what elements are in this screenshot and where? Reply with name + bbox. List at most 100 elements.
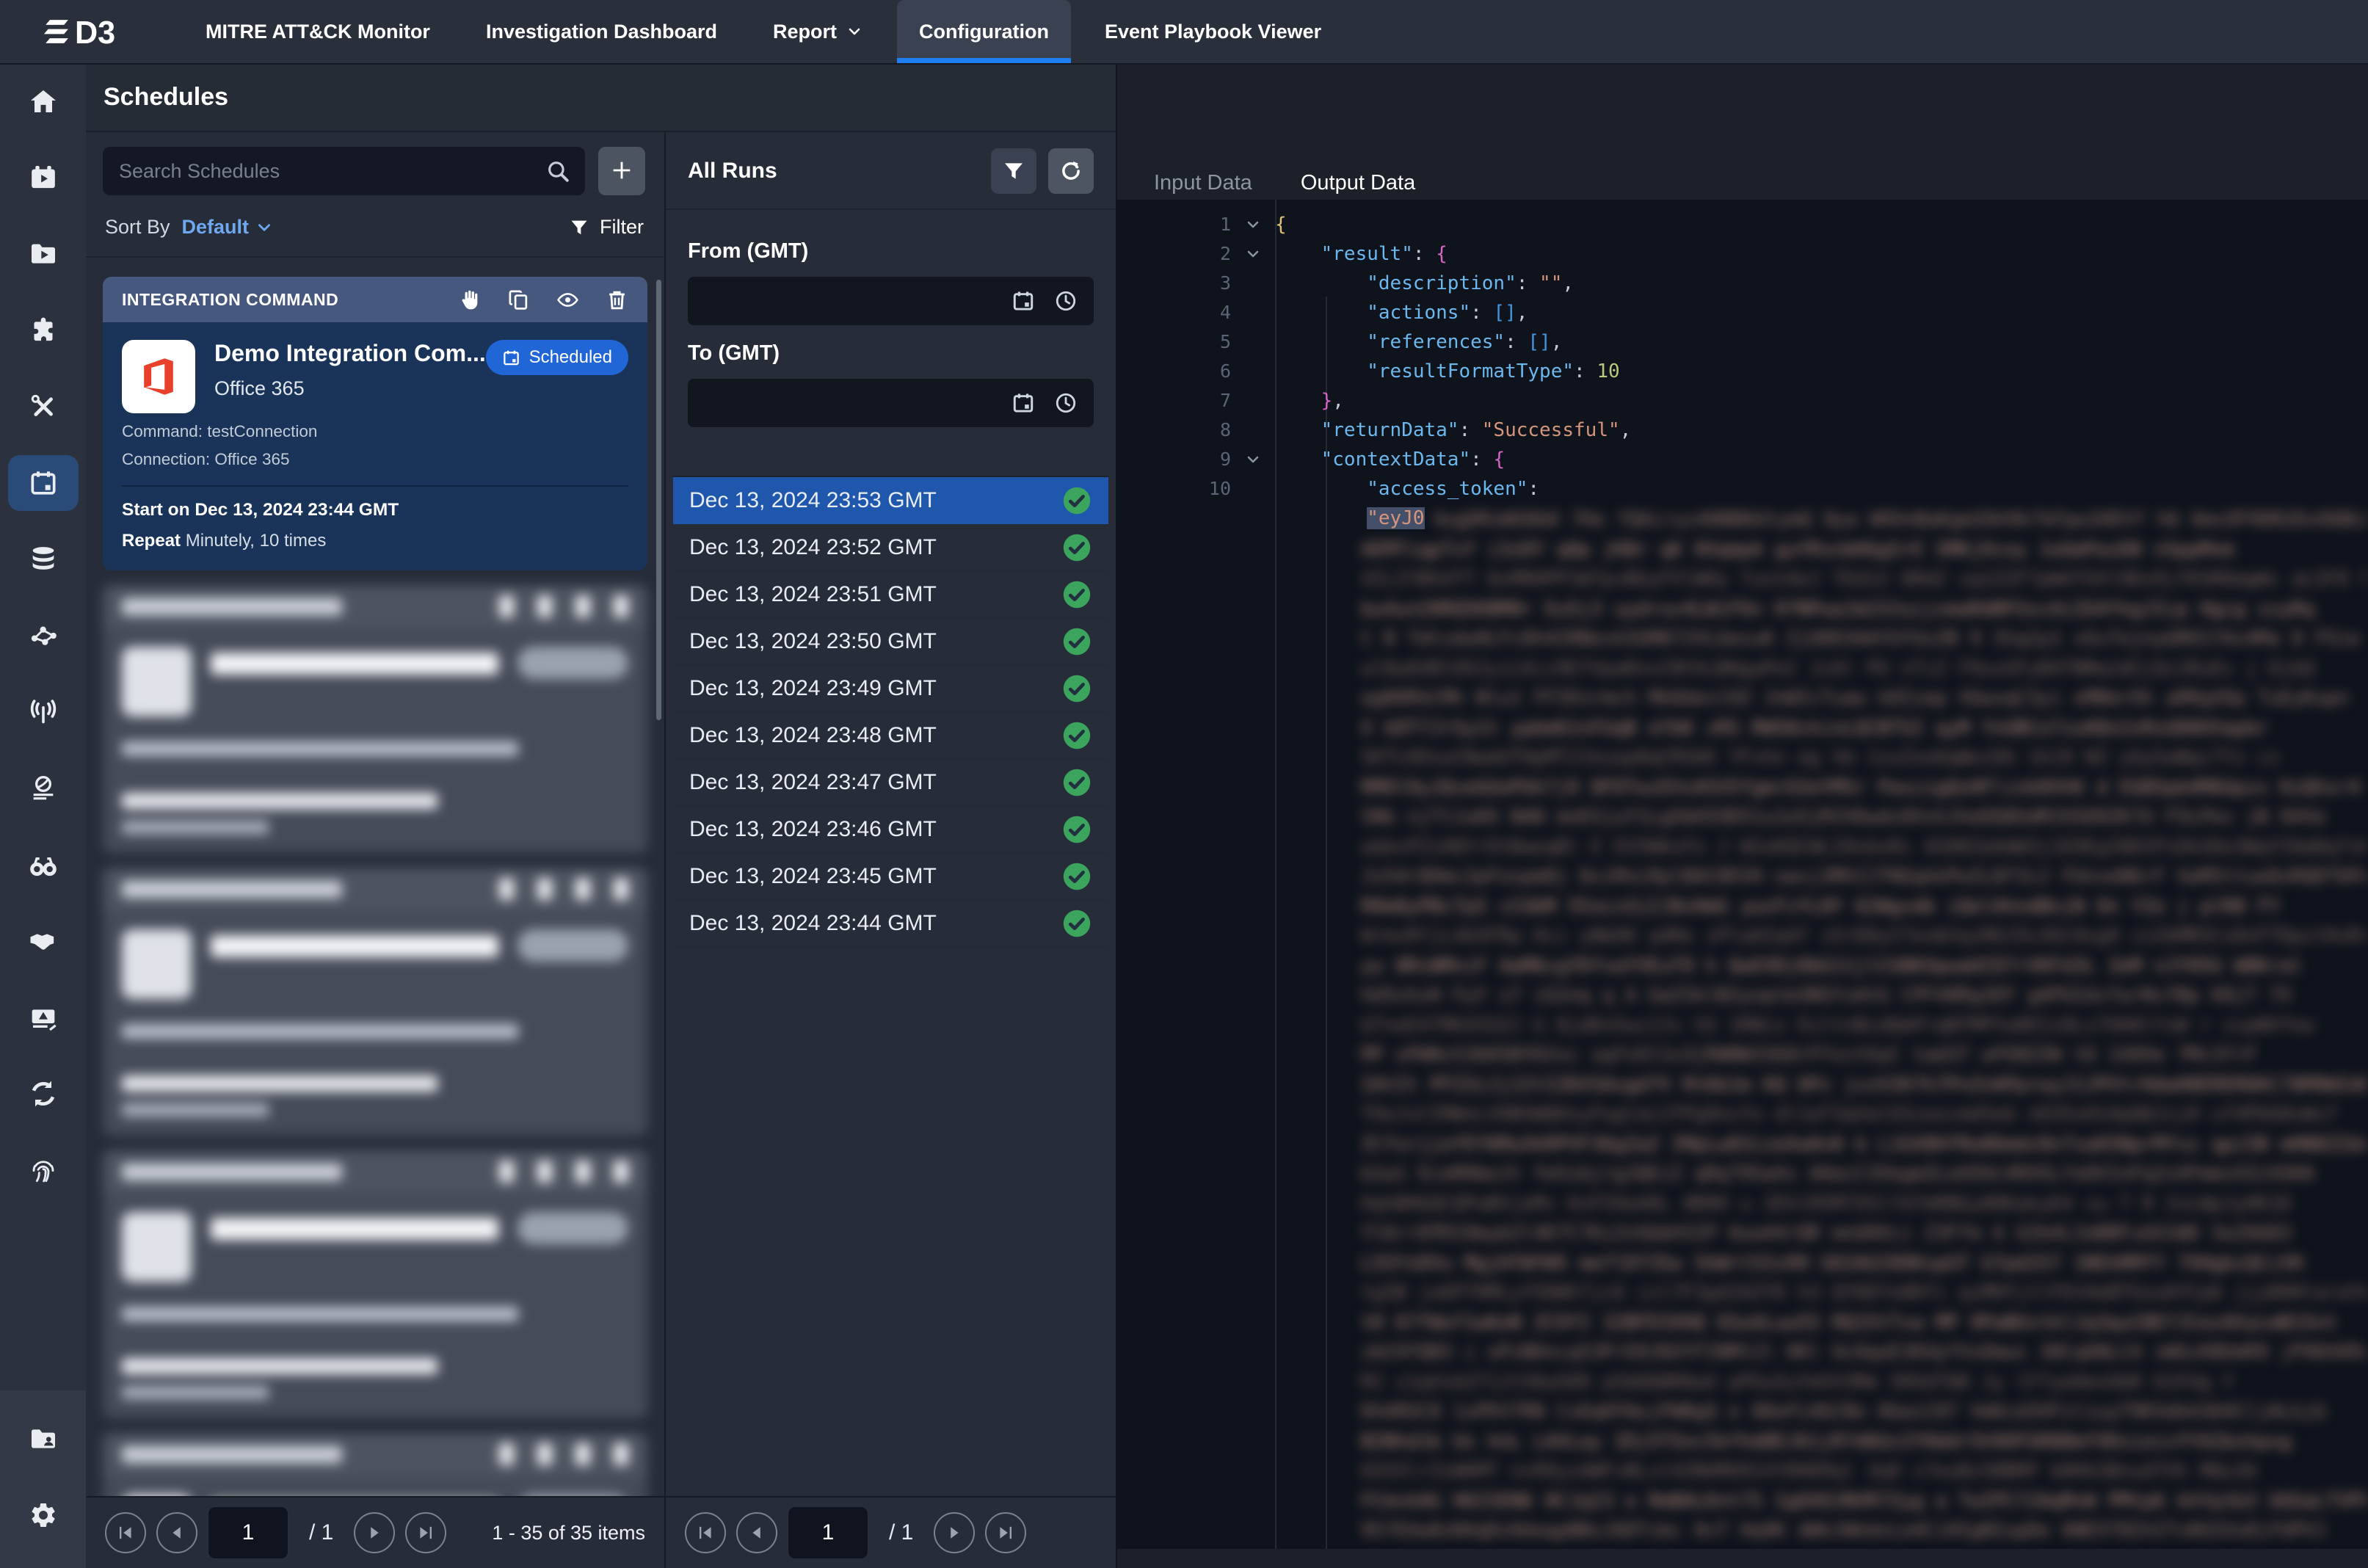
tools-icon [29,392,58,421]
card-body: Demo Integration Com... Office 365 Sched… [103,322,647,570]
card-integration: Office 365 [214,377,467,400]
search-box [103,147,585,195]
search-input[interactable] [117,159,545,184]
run-row[interactable]: Dec 13, 2024 23:46 GMT [673,806,1108,853]
nav-item-report[interactable]: Report [751,0,885,63]
page-header: Schedules [86,63,1116,132]
first-page-button[interactable] [685,1512,726,1553]
hand-icon[interactable] [458,288,481,311]
code-line: 10 "access_token": [1117,474,2368,504]
schedules-panel: Sort By Default Filter I [86,132,666,1568]
from-date-input[interactable] [704,289,992,313]
sidebar-item-binoculars[interactable] [8,837,79,893]
run-row[interactable]: Dec 13, 2024 23:52 GMT [673,524,1108,571]
filter-button[interactable]: Filter [569,216,644,239]
run-row[interactable]: Dec 13, 2024 23:49 GMT [673,665,1108,712]
svg-text:D3: D3 [75,15,115,50]
fold-chevron-icon[interactable] [1244,216,1262,233]
schedule-card-blurred[interactable] [103,585,647,853]
nav-item-mitre-att-ck-monitor[interactable]: MITRE ATT&CK Monitor [184,0,452,63]
from-input-group [688,277,1094,325]
last-page-button[interactable] [405,1512,446,1553]
d3-soar-app: D3 MITRE ATT&CK MonitorInvestigation Das… [0,0,2368,1568]
sidebar-item-database[interactable] [8,531,79,587]
runs-refresh-button[interactable] [1048,148,1094,194]
success-check-icon [1061,767,1092,798]
run-row[interactable]: Dec 13, 2024 23:50 GMT [673,618,1108,665]
runs-filter-button[interactable] [991,148,1036,194]
success-check-icon [1061,579,1092,610]
sidebar-item-antenna[interactable] [8,684,79,740]
scrollbar[interactable] [656,280,661,720]
nav-item-configuration[interactable]: Configuration [897,0,1071,63]
top-nav: D3 MITRE ATT&CK MonitorInvestigation Das… [0,0,2368,65]
nav-item-investigation-dashboard[interactable]: Investigation Dashboard [464,0,739,63]
eye-icon[interactable] [556,288,579,311]
sidebar-item-sync[interactable] [8,1066,79,1122]
sidebar-item-folder-play[interactable] [8,226,79,282]
schedule-card-blurred[interactable] [103,1150,647,1418]
page-number-input[interactable] [208,1506,288,1559]
binoculars-icon [29,850,58,879]
sidebar-item-globe-lines[interactable] [8,761,79,816]
card-type-label: INTEGRATION COMMAND [122,290,338,310]
schedule-card-selected[interactable]: INTEGRATION COMMAND Demo Integration C [103,277,647,570]
copy-icon[interactable] [507,288,530,311]
add-schedule-button[interactable] [598,147,645,195]
sidebar-item-handshake[interactable] [8,913,79,969]
sidebar-bottom-section [0,1390,86,1568]
nav-item-event-playbook-viewer[interactable]: Event Playbook Viewer [1083,0,1343,63]
trash-icon[interactable] [606,288,628,311]
json-output-viewer[interactable]: 1{2 "result": {3 "description": "",4 "ac… [1117,200,2368,1549]
fold-chevron-icon[interactable] [1244,451,1262,468]
sidebar-item-gear[interactable] [8,1487,79,1543]
tab-input-data[interactable]: Input Data [1151,171,1255,200]
schedule-card-blurred[interactable] [103,1433,647,1496]
run-row[interactable]: Dec 13, 2024 23:44 GMT [673,900,1108,947]
next-page-button[interactable] [354,1512,395,1553]
clock-picker-icon[interactable] [1054,391,1078,415]
next-page-button[interactable] [934,1512,975,1553]
database-icon [29,545,58,574]
sync-icon [29,1079,58,1108]
run-time: Dec 13, 2024 23:44 GMT [689,911,937,936]
sidebar-item-share-nodes[interactable] [8,608,79,664]
fold-chevron-icon[interactable] [1244,245,1262,263]
search-icon[interactable] [545,159,570,184]
to-date-input[interactable] [704,391,992,415]
folder-play-icon [29,239,58,269]
to-input-group [688,379,1094,427]
last-page-button[interactable] [985,1512,1026,1553]
run-row[interactable]: Dec 13, 2024 23:51 GMT [673,571,1108,618]
card-connection-line: Connection: Office 365 [122,450,628,469]
run-row[interactable]: Dec 13, 2024 23:53 GMT [673,477,1108,524]
calendar-picker-icon[interactable] [1012,289,1035,313]
runs-panel: All Runs From (GMT) To (GMT [666,132,1116,1568]
sidebar-item-tools[interactable] [8,379,79,435]
run-row[interactable]: Dec 13, 2024 23:47 GMT [673,759,1108,806]
sidebar-item-calendar-play[interactable] [8,150,79,206]
run-row[interactable]: Dec 13, 2024 23:48 GMT [673,712,1108,759]
run-row[interactable]: Dec 13, 2024 23:45 GMT [673,853,1108,900]
d3-logo-icon: D3 [38,13,148,50]
handshake-icon [29,926,58,956]
office365-icon [122,340,195,413]
prev-page-button[interactable] [736,1512,777,1553]
sidebar-item-calendar[interactable] [8,455,79,511]
first-page-button[interactable] [105,1512,146,1553]
schedule-card-list[interactable]: INTEGRATION COMMAND Demo Integration C [86,258,664,1496]
sidebar-item-incident-doc[interactable] [8,990,79,1045]
gear-icon [29,1500,58,1530]
tab-output-data[interactable]: Output Data [1298,171,1418,200]
sidebar-item-folder-user[interactable] [8,1411,79,1467]
calendar-picker-icon[interactable] [1012,391,1035,415]
sort-dropdown[interactable]: Default [182,216,275,239]
clock-picker-icon[interactable] [1054,289,1078,313]
page-number-input[interactable] [788,1506,868,1559]
schedule-card-blurred[interactable] [103,868,647,1136]
sidebar-item-puzzle[interactable] [8,302,79,358]
run-list[interactable]: Dec 13, 2024 23:53 GMTDec 13, 2024 23:52… [673,476,1108,1496]
sidebar-item-home[interactable] [8,73,79,129]
sidebar-item-fingerprint[interactable] [8,1142,79,1198]
prev-page-button[interactable] [156,1512,197,1553]
